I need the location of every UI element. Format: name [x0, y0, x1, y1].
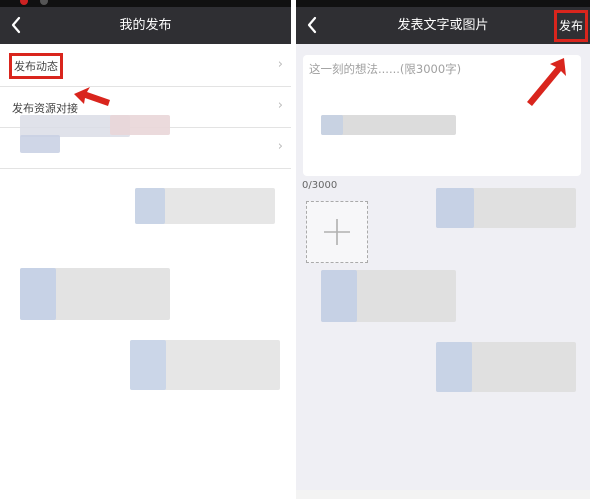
- nav-bar: 发表文字或图片 发布: [296, 7, 590, 44]
- chevron-right-icon: ›: [277, 139, 283, 154]
- status-bar: [296, 0, 590, 7]
- blurred-block: [130, 340, 166, 390]
- menu-item-publish-post[interactable]: 发布动态 ›: [0, 46, 291, 87]
- char-counter: 0/3000: [302, 180, 338, 191]
- plus-icon: [324, 219, 350, 245]
- blurred-block: [321, 270, 357, 322]
- blurred-block: [20, 268, 56, 320]
- blurred-block: [436, 342, 472, 392]
- blurred-block: [135, 188, 165, 224]
- blurred-block: [20, 135, 60, 153]
- page-title: 我的发布: [119, 18, 172, 33]
- red-arrow-annotation: [74, 87, 110, 106]
- add-photo-button[interactable]: [306, 201, 368, 263]
- publish-button[interactable]: 发布: [554, 10, 588, 42]
- menu-item-label: 发布资源对接: [12, 102, 78, 115]
- post-text-placeholder: 这一刻的想法......(限3000字): [309, 62, 462, 76]
- nav-bar: 我的发布: [0, 7, 291, 44]
- blurred-block: [436, 188, 474, 228]
- page-title: 发表文字或图片: [397, 18, 489, 33]
- chevron-right-icon: ›: [277, 98, 283, 113]
- red-arrow-annotation: [527, 58, 566, 106]
- status-bar: [0, 0, 291, 7]
- bottom-strip: [296, 490, 590, 499]
- chevron-right-icon: ›: [277, 57, 283, 72]
- notification-dot: [20, 0, 28, 5]
- compose-screen: 发表文字或图片 发布 这一刻的想法......(限3000字) 0/3000: [296, 0, 590, 499]
- menu-item-label: 发布动态: [9, 53, 63, 79]
- blurred-block: [321, 115, 343, 135]
- notification-dot: [40, 0, 48, 5]
- my-posts-screen: 我的发布 发布动态 › 发布资源对接 › ›: [0, 0, 291, 499]
- blurred-block: [110, 115, 170, 135]
